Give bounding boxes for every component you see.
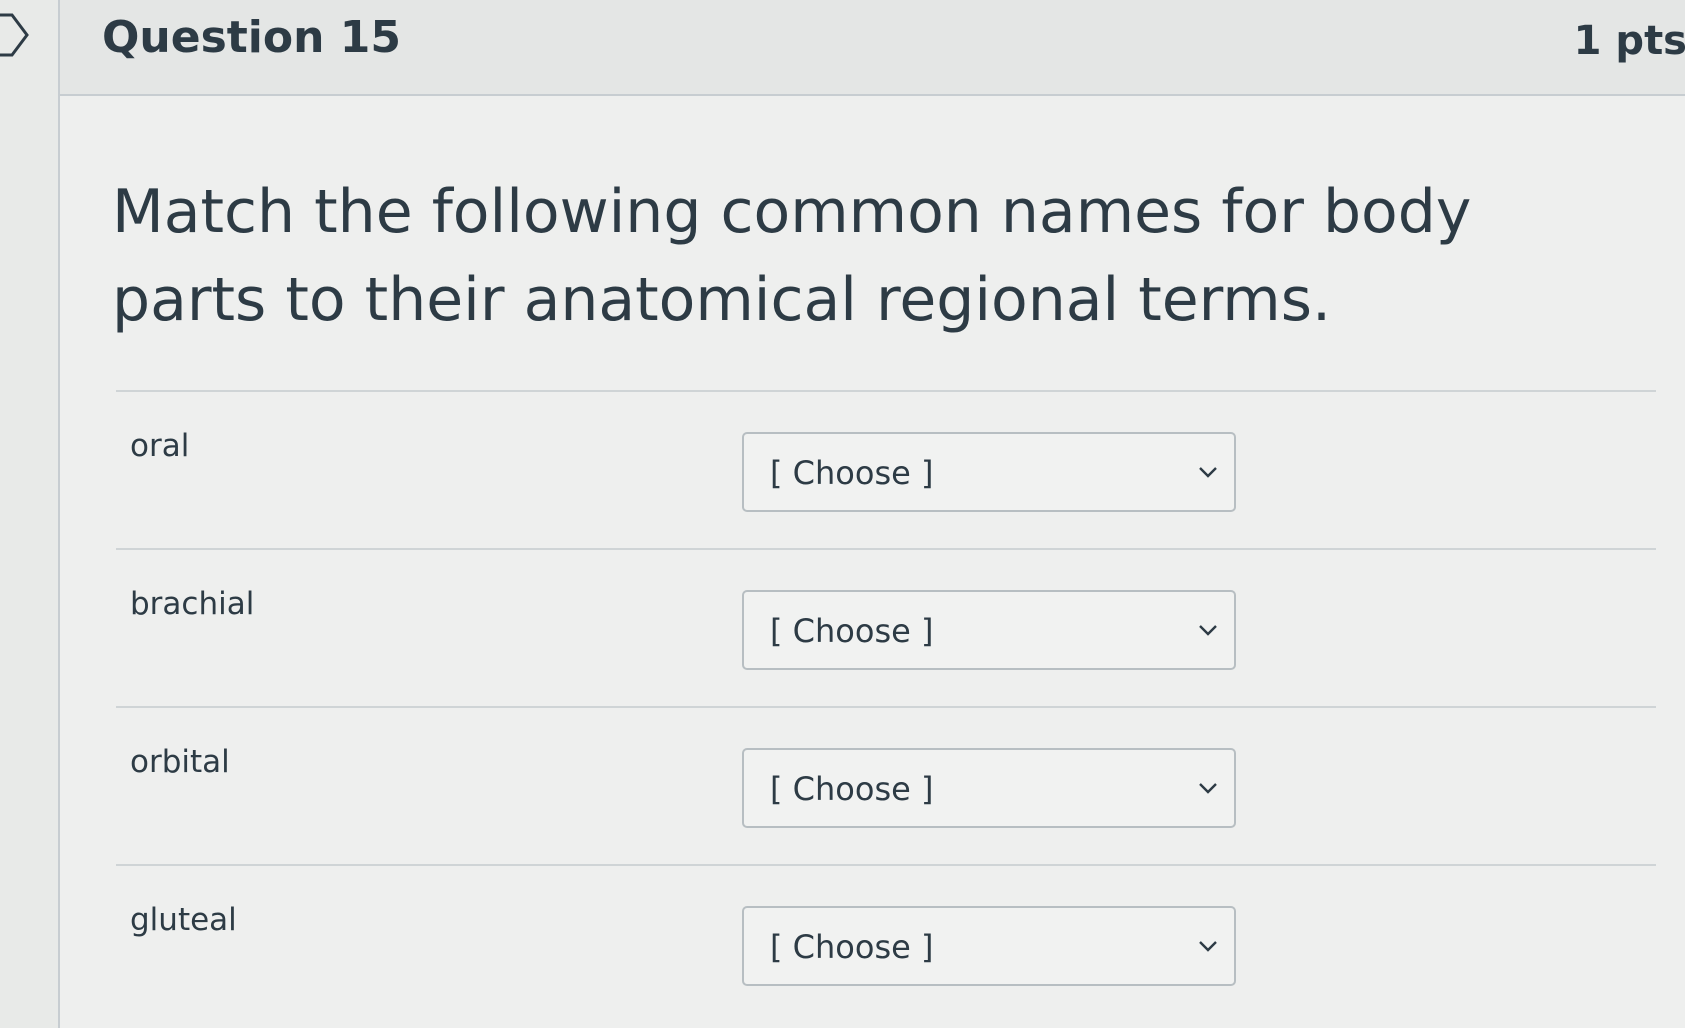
select-value: [ Choose ] xyxy=(770,454,934,492)
answer-select-orbital[interactable]: [ Choose ] xyxy=(742,748,1236,828)
match-list: oral [ Choose ] brachial [ Choose ] orbi… xyxy=(116,390,1656,1022)
question-title: Question 15 xyxy=(102,12,401,63)
flag-marker-icon[interactable] xyxy=(0,12,30,58)
chevron-down-icon xyxy=(1199,625,1217,636)
question-header: Question 15 1 pts xyxy=(60,0,1685,96)
select-value: [ Choose ] xyxy=(770,612,934,650)
chevron-down-icon xyxy=(1199,783,1217,794)
answer-select-brachial[interactable]: [ Choose ] xyxy=(742,590,1236,670)
chevron-down-icon xyxy=(1199,941,1217,952)
match-row: gluteal [ Choose ] xyxy=(116,864,1656,1022)
question-card: Question 15 1 pts Match the following co… xyxy=(58,0,1685,1028)
match-term: oral xyxy=(130,428,190,464)
match-row: oral [ Choose ] xyxy=(116,390,1656,548)
answer-select-oral[interactable]: [ Choose ] xyxy=(742,432,1236,512)
match-term: orbital xyxy=(130,744,230,780)
match-term: gluteal xyxy=(130,902,237,938)
match-row: orbital [ Choose ] xyxy=(116,706,1656,864)
chevron-down-icon xyxy=(1199,467,1217,478)
answer-select-gluteal[interactable]: [ Choose ] xyxy=(742,906,1236,986)
question-prompt: Match the following common names for bod… xyxy=(112,177,1472,335)
match-row: brachial [ Choose ] xyxy=(116,548,1656,706)
select-value: [ Choose ] xyxy=(770,770,934,808)
question-points: 1 pts xyxy=(1573,18,1685,64)
select-value: [ Choose ] xyxy=(770,928,934,966)
left-rail xyxy=(0,0,60,1028)
quiz-page: Question 15 1 pts Match the following co… xyxy=(0,0,1685,1028)
match-term: brachial xyxy=(130,586,255,622)
